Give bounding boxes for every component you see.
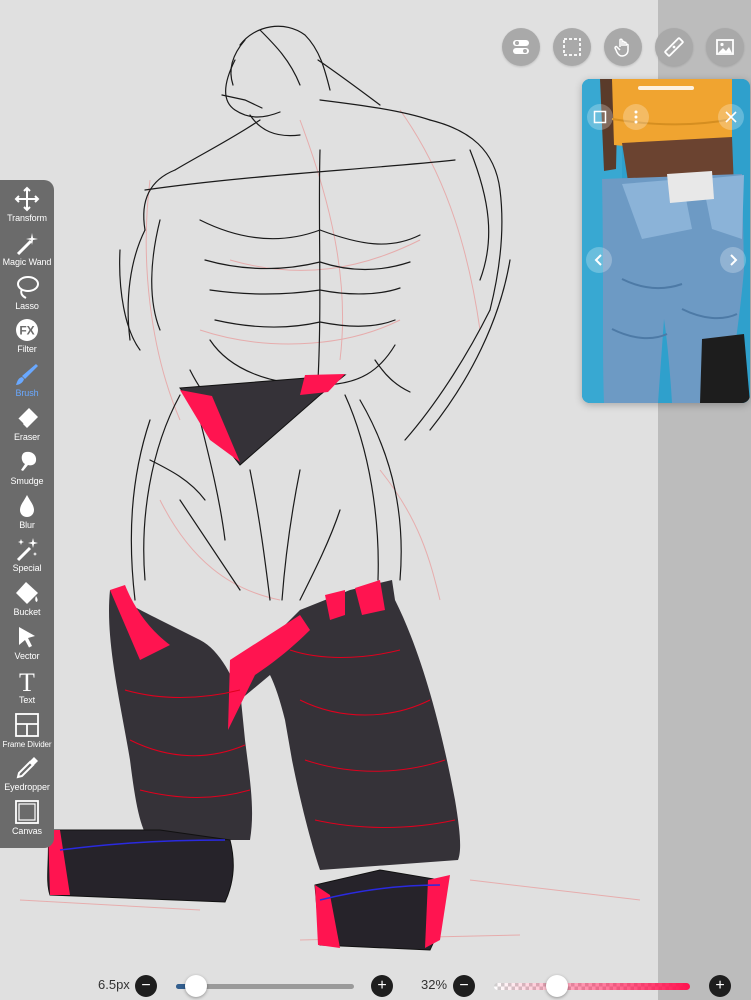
bucket-icon bbox=[16, 582, 38, 605]
gesture-button[interactable] bbox=[604, 28, 642, 66]
smudge-icon bbox=[21, 451, 37, 471]
vector-arrow-icon bbox=[19, 626, 35, 648]
image-icon bbox=[716, 39, 734, 55]
tool-label: Bucket bbox=[13, 607, 41, 618]
tool-label: Blur bbox=[19, 519, 35, 530]
ruler-button[interactable] bbox=[655, 28, 693, 66]
tool-magic-wand[interactable]: Magic Wand bbox=[0, 230, 54, 274]
tool-blur[interactable]: Blur bbox=[0, 493, 54, 537]
eyedropper-icon bbox=[16, 757, 38, 779]
tool-label: Special bbox=[12, 563, 42, 574]
text-icon: T bbox=[19, 668, 35, 694]
tool-label: Filter bbox=[17, 344, 37, 355]
frame-divider-icon bbox=[15, 712, 39, 737]
tool-label: Magic Wand bbox=[2, 256, 52, 267]
tool-label: Smudge bbox=[10, 475, 44, 486]
tool-brush[interactable]: Brush bbox=[0, 361, 54, 405]
brush-settings-bar: 6.5px − + 32% − + bbox=[0, 972, 751, 1000]
tool-label: Vector bbox=[14, 650, 40, 661]
selection-icon bbox=[563, 38, 581, 56]
reference-window[interactable] bbox=[582, 79, 750, 403]
tool-label: Eraser bbox=[14, 431, 40, 442]
sketch-artwork bbox=[19, 25, 641, 951]
fx-icon: FX bbox=[16, 319, 38, 342]
next-icon bbox=[730, 254, 738, 266]
blur-drop-icon bbox=[20, 494, 34, 517]
opacity-value: 32% bbox=[421, 977, 448, 992]
lasso-icon bbox=[17, 275, 39, 299]
drawing-canvas[interactable] bbox=[0, 0, 658, 1000]
canvas-icon bbox=[15, 800, 39, 825]
tool-text[interactable]: T Text bbox=[0, 668, 54, 712]
tool-special[interactable]: Special bbox=[0, 536, 54, 580]
minus-icon: − bbox=[459, 977, 469, 994]
tool-eyedropper[interactable]: Eyedropper bbox=[0, 755, 54, 799]
opacity-minus-button[interactable]: − bbox=[453, 975, 475, 997]
tool-lasso[interactable]: Lasso bbox=[0, 274, 54, 318]
tool-frame-divider[interactable]: Frame Divider bbox=[0, 712, 54, 756]
hand-icon bbox=[614, 38, 629, 57]
tool-label: Transform bbox=[7, 213, 47, 223]
plus-icon: + bbox=[715, 977, 725, 994]
tool-transform[interactable]: Transform bbox=[0, 186, 54, 230]
tool-label: Frame Divider bbox=[2, 739, 52, 749]
tool-smudge[interactable]: Smudge bbox=[0, 449, 54, 493]
tool-vector[interactable]: Vector bbox=[0, 624, 54, 668]
magic-wand-icon bbox=[16, 232, 38, 255]
brush-size-value: 6.5px bbox=[98, 977, 130, 992]
brush-size-plus-button[interactable]: + bbox=[371, 975, 393, 997]
plus-icon: + bbox=[377, 977, 387, 994]
transform-icon bbox=[14, 186, 40, 212]
tool-label: Canvas bbox=[12, 826, 42, 837]
brush-size-minus-button[interactable]: − bbox=[135, 975, 157, 997]
text-glyph: T bbox=[19, 668, 35, 694]
tool-label: Lasso bbox=[15, 300, 39, 311]
window-mode-button[interactable] bbox=[587, 104, 613, 130]
reference-drag-handle[interactable] bbox=[638, 86, 694, 90]
sparkle-icon bbox=[16, 538, 38, 562]
close-icon bbox=[725, 111, 737, 123]
brush-icon bbox=[16, 364, 38, 386]
window-mode-icon bbox=[593, 110, 607, 124]
ruler-icon bbox=[664, 37, 684, 57]
tool-bucket[interactable]: Bucket bbox=[0, 580, 54, 624]
eraser-icon bbox=[17, 407, 38, 428]
tool-eraser[interactable]: Eraser bbox=[0, 405, 54, 449]
fx-glyph: FX bbox=[19, 324, 34, 338]
opacity-slider[interactable] bbox=[494, 983, 690, 990]
next-image-button[interactable] bbox=[720, 247, 746, 273]
settings-toggle-button[interactable] bbox=[502, 28, 540, 66]
selection-button[interactable] bbox=[553, 28, 591, 66]
tool-label: Text bbox=[18, 694, 36, 705]
tool-palette: Transform Magic Wand Lasso FX Filter Bru… bbox=[0, 180, 54, 848]
opacity-plus-button[interactable]: + bbox=[709, 975, 731, 997]
more-options-button[interactable] bbox=[623, 104, 649, 130]
opacity-slider-thumb[interactable] bbox=[545, 975, 568, 997]
tool-label: Brush bbox=[15, 388, 39, 399]
previous-image-button[interactable] bbox=[586, 247, 612, 273]
toggle-icon bbox=[513, 40, 529, 54]
minus-icon: − bbox=[141, 977, 151, 994]
previous-icon bbox=[594, 254, 602, 266]
tool-canvas[interactable]: Canvas bbox=[0, 799, 54, 843]
tool-label: Eyedropper bbox=[4, 782, 50, 793]
reference-image-button[interactable] bbox=[706, 28, 744, 66]
more-icon bbox=[634, 110, 638, 124]
tool-filter[interactable]: FX Filter bbox=[0, 317, 54, 361]
close-reference-button[interactable] bbox=[718, 104, 744, 130]
brush-size-slider-thumb[interactable] bbox=[184, 975, 207, 997]
